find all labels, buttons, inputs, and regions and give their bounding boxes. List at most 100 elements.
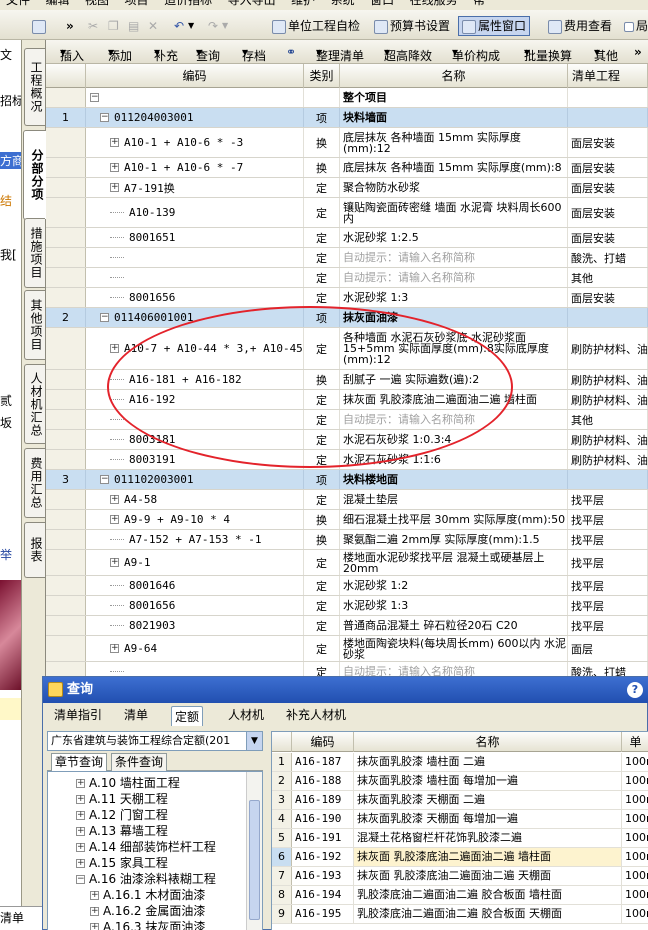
row-index[interactable] xyxy=(46,410,86,429)
row-index[interactable] xyxy=(46,128,86,157)
row-code[interactable]: 8003181 xyxy=(86,430,304,449)
tree-item[interactable]: + A.12 门窗工程 xyxy=(76,807,168,823)
height-reduction-button[interactable]: 超高降效 ▾ xyxy=(384,44,432,63)
quota-list-row[interactable]: 2A16-188抹灰面乳胶漆 墙柱面 每增加一遍100m2 xyxy=(272,772,648,791)
row-code[interactable]: + A10-7 + A10-44 * 3,+ A10-45 * 3 xyxy=(86,328,304,369)
row-index[interactable] xyxy=(46,328,86,369)
expand-icon[interactable]: + xyxy=(76,810,85,820)
row-code[interactable]: + A9-9 + A9-10 * 4 xyxy=(86,510,304,529)
header-feature[interactable]: 清单工程 xyxy=(568,64,648,88)
header-code[interactable]: 编码 xyxy=(86,64,304,88)
quota-row[interactable]: + A7-191换 定聚合物防水砂浆 面层安装 xyxy=(46,178,648,198)
row-name[interactable]: 水泥砂浆 1:3 xyxy=(340,596,568,615)
quota-row[interactable]: 定自动提示：请输入名称简称 其他 xyxy=(46,410,648,430)
expand-icon[interactable]: + xyxy=(90,906,99,916)
row-code[interactable]: 8021903 xyxy=(86,616,304,635)
row-feature[interactable]: 找平层 xyxy=(568,596,648,615)
row-name[interactable]: 混凝土垫层 xyxy=(340,490,568,509)
row-type[interactable]: 换 xyxy=(304,128,340,157)
binoculars-icon[interactable]: ⚭ xyxy=(286,44,296,60)
property-window-button[interactable]: 属性窗口 xyxy=(458,16,531,36)
tree-item[interactable]: + A.14 细部装饰栏杆工程 xyxy=(76,839,216,855)
row-code[interactable]: + A9-64 xyxy=(86,636,304,661)
row-name[interactable]: 各种墙面 水泥石灰砂浆底 水泥砂浆面 15+5mm 实际面厚度(mm):8实际底… xyxy=(340,328,568,369)
row-name[interactable]: 水泥砂浆 1:3 xyxy=(340,288,568,307)
tree-scrollbar[interactable] xyxy=(246,772,262,930)
expand-icon[interactable]: + xyxy=(76,778,85,788)
menu-online[interactable]: 在线服务 xyxy=(404,0,464,8)
quota-row[interactable]: A16-181 + A16-182 换刮腻子 一遍 实际遍数(遍):2 刷防护材料、… xyxy=(46,370,648,390)
tab-measures[interactable]: 措施项目 xyxy=(24,218,45,288)
row-type[interactable]: 换 xyxy=(304,530,340,549)
row-type[interactable]: 换 xyxy=(304,158,340,177)
row-type[interactable]: 定 xyxy=(304,490,340,509)
price-composition-button[interactable]: 单价构成 ▾ xyxy=(452,44,500,63)
budget-settings-button[interactable]: 预算书设置 xyxy=(370,16,454,36)
row-code[interactable] xyxy=(86,662,304,676)
tree-item[interactable]: + A.13 幕墙工程 xyxy=(76,823,168,839)
row-index[interactable] xyxy=(46,510,86,529)
row-index[interactable] xyxy=(46,530,86,549)
tab-chapter-query[interactable]: 章节查询 xyxy=(51,753,108,771)
tree-item[interactable]: + A.16.3 抹灰面油漆 xyxy=(90,919,205,930)
row-code[interactable]: + A10-1 + A10-6 * -3 xyxy=(86,128,304,157)
row-type[interactable]: 定 xyxy=(304,390,340,409)
row-name[interactable]: 水泥石灰砂浆 1:0.3:4 xyxy=(340,430,568,449)
expand-icon[interactable]: + xyxy=(110,183,119,192)
row-feature[interactable]: 刷防护材料、油 xyxy=(568,370,648,389)
row-code[interactable]: A10-139 xyxy=(86,198,304,227)
row-index[interactable] xyxy=(46,616,86,635)
tree-item[interactable]: + A.10 墙柱面工程 xyxy=(76,775,180,791)
row-name[interactable]: 底层抹灰 各种墙面 15mm 实际厚度(mm):12 xyxy=(340,128,568,157)
row-code[interactable]: 8003191 xyxy=(86,450,304,469)
row-code[interactable]: + A4-58 xyxy=(86,490,304,509)
row-index[interactable] xyxy=(46,636,86,661)
toolbar2-more[interactable]: » xyxy=(634,44,642,60)
menu-cost-index[interactable]: 造价指标 xyxy=(158,0,218,8)
quota-row[interactable]: 8003191 定水泥石灰砂浆 1:1:6 刷防护材料、油 xyxy=(46,450,648,470)
scrollbar-thumb[interactable] xyxy=(249,800,260,920)
menu-maintain[interactable]: 维护 xyxy=(285,0,321,8)
quota-list-row[interactable]: 9A16-195乳胶漆底油二遍面油二遍 胶合板面 天棚面100m2 xyxy=(272,905,648,924)
menu-project[interactable]: 项目 xyxy=(119,0,155,8)
quota-row[interactable]: + A10-1 + A10-6 * -3 换底层抹灰 各种墙面 15mm 实际厚度(… xyxy=(46,128,648,158)
menu-window[interactable]: 窗口 xyxy=(364,0,400,8)
row-feature[interactable] xyxy=(568,308,648,327)
bill-item-row[interactable]: 1−011204003001 项块料墙面 xyxy=(46,108,648,128)
row-name[interactable]: 细石混凝土找平层 30mm 实际厚度(mm):50 xyxy=(340,510,568,529)
row-index[interactable] xyxy=(46,248,86,267)
row-code[interactable]: −011204003001 xyxy=(86,108,304,127)
row-feature[interactable]: 找平层 xyxy=(568,490,648,509)
row-index[interactable] xyxy=(46,198,86,227)
chevron-down-icon[interactable]: ▼ xyxy=(246,732,262,750)
row-index[interactable] xyxy=(46,370,86,389)
row-feature[interactable]: 找平层 xyxy=(568,550,648,575)
collapse-icon[interactable]: − xyxy=(90,93,99,102)
row-code[interactable]: −011406001001 xyxy=(86,308,304,327)
row-type[interactable]: 项 xyxy=(304,108,340,127)
row-feature[interactable]: 其他 xyxy=(568,268,648,287)
quota-list-row[interactable]: 6A16-192抹灰面 乳胶漆底油二遍面油二遍 墙柱面100m2 xyxy=(272,848,648,867)
tab-quota[interactable]: 定额 xyxy=(171,706,204,726)
row-type[interactable]: 定 xyxy=(304,410,340,429)
row-name[interactable]: 聚氨酯二遍 2mm厚 实际厚度(mm):1.5 xyxy=(340,530,568,549)
row-index[interactable] xyxy=(46,158,86,177)
toolbar-more[interactable]: » xyxy=(62,16,78,36)
quota-row[interactable]: 8001656 定水泥砂浆 1:3 面层安装 xyxy=(46,288,648,308)
quota-list-row[interactable]: 3A16-189抹灰面乳胶漆 天棚面 二遍100m2 xyxy=(272,791,648,810)
query-button[interactable]: 查询 ▾ xyxy=(196,44,220,63)
row-index[interactable] xyxy=(46,662,86,676)
menu-import-export[interactable]: 导入导出 xyxy=(222,0,282,8)
row-index[interactable] xyxy=(46,228,86,247)
header-quota-unit[interactable]: 单 xyxy=(622,732,648,752)
tree-item[interactable]: + A.16.1 木材面油漆 xyxy=(90,887,205,903)
batch-convert-button[interactable]: 批量换算 ▾ xyxy=(524,44,572,63)
row-feature[interactable]: 找平层 xyxy=(568,510,648,529)
row-type[interactable]: 项 xyxy=(304,308,340,327)
header-name[interactable]: 名称 xyxy=(340,64,568,88)
tab-project-overview[interactable]: 工程概况 xyxy=(24,48,45,126)
quota-row[interactable]: 8001656 定水泥砂浆 1:3 找平层 xyxy=(46,596,648,616)
add-button[interactable]: 添加 ▾ xyxy=(108,44,132,63)
row-code[interactable]: + A7-191换 xyxy=(86,178,304,197)
row-code[interactable]: 8001646 xyxy=(86,576,304,595)
